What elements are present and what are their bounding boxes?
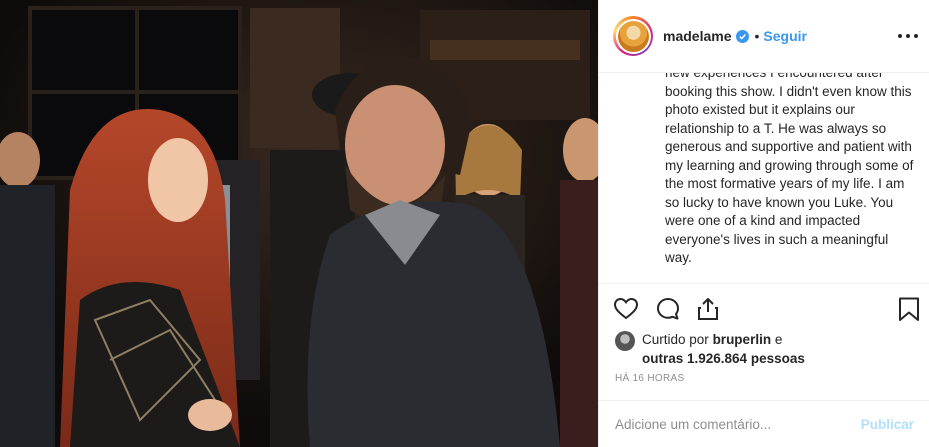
comment-bubble-icon[interactable] (655, 296, 681, 322)
verified-badge-icon (736, 29, 750, 43)
heart-icon[interactable] (613, 296, 639, 322)
username-link[interactable]: madelame (663, 28, 731, 44)
caption-text: new experiences I encountered after book… (665, 73, 914, 265)
caption-area: new experiences I encountered after book… (599, 73, 929, 283)
separator-dot: • (754, 28, 760, 44)
liker-username-link[interactable]: bruperlin (713, 332, 772, 347)
bookmark-icon[interactable] (896, 296, 922, 322)
likes-summary: Curtido por bruperlin e outras 1.926.864… (615, 330, 915, 370)
publish-button[interactable]: Publicar (861, 417, 914, 432)
post-timestamp[interactable]: HÁ 16 HORAS (615, 373, 684, 384)
follow-button[interactable]: Seguir (763, 28, 807, 44)
likes-count-link[interactable]: outras 1.926.864 pessoas (642, 351, 805, 366)
comment-input[interactable] (615, 416, 861, 432)
post-photo[interactable] (0, 0, 598, 447)
photo-illustration (0, 0, 598, 447)
liker-avatar[interactable] (615, 331, 635, 351)
liked-by-prefix: Curtido por (642, 332, 709, 347)
comment-bar: Publicar (599, 400, 929, 447)
liked-by-conjunction: e (774, 332, 783, 347)
action-bar (599, 283, 929, 331)
avatar-image (617, 20, 649, 52)
post-sidebar: madelame • Seguir new experiences I enco… (598, 0, 929, 447)
avatar[interactable] (613, 16, 653, 56)
share-icon[interactable] (695, 296, 721, 322)
more-options-icon[interactable] (898, 26, 918, 46)
post-header: madelame • Seguir (599, 0, 929, 73)
